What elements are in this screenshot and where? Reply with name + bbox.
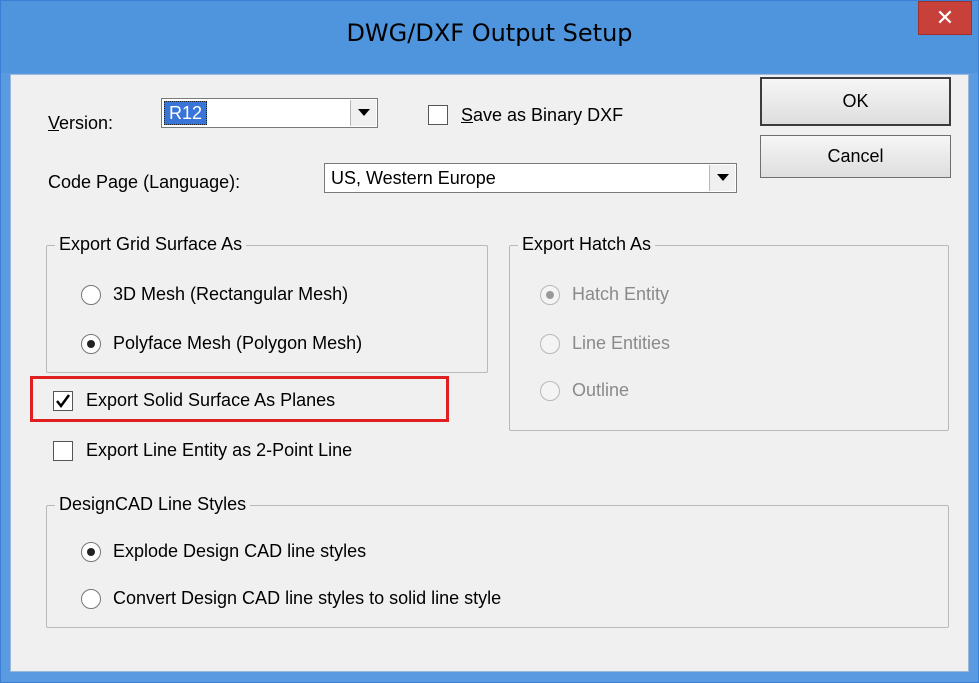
grid-surface-group: Export Grid Surface As 3D Mesh (Rectangu… bbox=[46, 234, 488, 373]
code-page-dropdown-arrow[interactable] bbox=[709, 165, 735, 191]
save-binary-checkbox[interactable] bbox=[428, 105, 448, 125]
code-page-value: US, Western Europe bbox=[331, 168, 496, 188]
line-entity-label[interactable]: Export Line Entity as 2-Point Line bbox=[86, 440, 352, 461]
ok-button[interactable]: OK bbox=[760, 77, 951, 126]
version-label: Version: bbox=[48, 113, 114, 133]
close-button[interactable]: ✕ bbox=[918, 1, 972, 35]
radio-polyface-mesh-label[interactable]: Polyface Mesh (Polygon Mesh) bbox=[113, 333, 362, 354]
radio-hatch-entity-label: Hatch Entity bbox=[572, 284, 670, 304]
radio-hatch-entity bbox=[540, 285, 560, 305]
radio-outline bbox=[540, 381, 560, 401]
checkmark-icon bbox=[56, 394, 71, 409]
radio-3d-mesh[interactable] bbox=[81, 285, 101, 305]
radio-3d-mesh-label[interactable]: 3D Mesh (Rectangular Mesh) bbox=[113, 284, 348, 305]
radio-outline-label: Outline bbox=[572, 380, 630, 400]
chevron-down-icon bbox=[716, 174, 729, 181]
version-dropdown-arrow[interactable] bbox=[350, 100, 376, 126]
code-page-label: Code Page (Language): bbox=[48, 172, 241, 192]
line-styles-group-title: DesignCAD Line Styles bbox=[55, 494, 251, 515]
dialog-body: Version: R12 Save as Binary DXF Code Pag… bbox=[10, 74, 969, 672]
radio-selected-dot bbox=[87, 340, 95, 348]
line-entity-checkbox[interactable] bbox=[53, 441, 73, 461]
solid-planes-label[interactable]: Export Solid Surface As Planes bbox=[86, 390, 335, 411]
dialog-window: DWG/DXF Output Setup ✕ Version: R12 Save… bbox=[0, 0, 979, 683]
radio-convert-line-styles[interactable] bbox=[81, 589, 101, 609]
line-styles-group: DesignCAD Line Styles Explode Design CAD… bbox=[46, 494, 949, 628]
hatch-group: Export Hatch As Hatch Entity Line Entiti… bbox=[509, 234, 949, 431]
radio-convert-line-styles-label[interactable]: Convert Design CAD line styles to solid … bbox=[113, 588, 501, 609]
title-bar[interactable]: DWG/DXF Output Setup ✕ bbox=[1, 1, 978, 73]
radio-selected-dot bbox=[87, 548, 95, 556]
radio-explode-line-styles[interactable] bbox=[81, 542, 101, 562]
radio-line-entities-label: Line Entities bbox=[572, 333, 671, 353]
hatch-group-title: Export Hatch As bbox=[518, 234, 656, 255]
save-binary-label[interactable]: Save as Binary DXF bbox=[461, 105, 623, 126]
cancel-button[interactable]: Cancel bbox=[760, 135, 951, 178]
version-select[interactable]: R12 bbox=[161, 98, 378, 128]
solid-planes-checkbox[interactable] bbox=[53, 391, 73, 411]
version-value: R12 bbox=[164, 101, 208, 125]
radio-selected-dot bbox=[546, 291, 554, 299]
grid-surface-group-title: Export Grid Surface As bbox=[55, 234, 247, 255]
chevron-down-icon bbox=[357, 109, 370, 116]
radio-polyface-mesh[interactable] bbox=[81, 334, 101, 354]
radio-line-entities bbox=[540, 334, 560, 354]
close-icon: ✕ bbox=[935, 5, 955, 30]
radio-explode-line-styles-label[interactable]: Explode Design CAD line styles bbox=[113, 541, 366, 562]
window-title: DWG/DXF Output Setup bbox=[346, 19, 633, 47]
code-page-select[interactable]: US, Western Europe bbox=[324, 163, 737, 193]
